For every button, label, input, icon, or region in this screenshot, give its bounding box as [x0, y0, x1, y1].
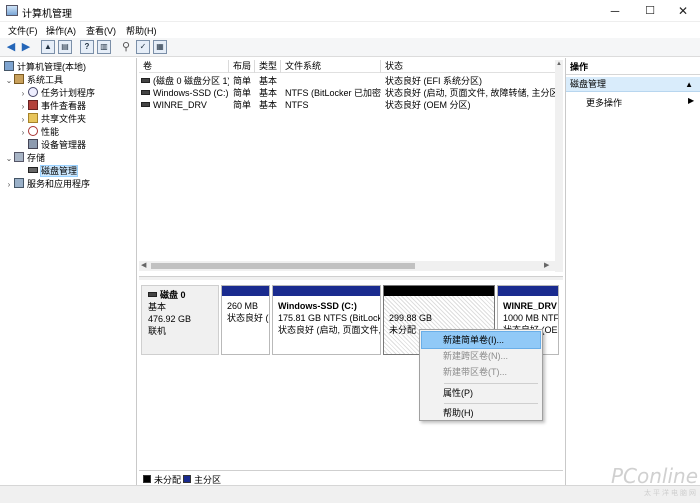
column-header-type[interactable]: 类型: [255, 60, 281, 73]
toolbar: ◀ ▶ ▲ ▤ ? ▥ ⚲ ✓ ▦: [0, 38, 700, 57]
unallocated-swatch: [143, 475, 151, 483]
menu-item-new-spanned-volume[interactable]: 新建跨区卷(N)...: [422, 348, 540, 364]
back-arrow-icon[interactable]: ◀: [4, 40, 18, 54]
vertical-scrollbar[interactable]: ▲: [555, 60, 563, 272]
partition-windows-ssd[interactable]: Windows-SSD (C:) 175.81 GB NTFS (BitLock…: [272, 285, 381, 355]
close-button[interactable]: ✕: [666, 0, 700, 22]
collapse-chevron-icon[interactable]: ⌄: [4, 74, 14, 87]
maximize-button[interactable]: ☐: [633, 0, 667, 22]
tree-item-disk-management[interactable]: 磁盘管理: [18, 165, 79, 178]
volume-icon: [141, 102, 150, 107]
tree-item-device-manager[interactable]: 设备管理器: [18, 139, 86, 152]
column-header-layout[interactable]: 布局: [229, 60, 255, 73]
performance-icon: [28, 126, 38, 136]
scroll-left-arrow-icon[interactable]: ◀: [141, 261, 146, 271]
menu-view[interactable]: 查看(V): [86, 24, 116, 37]
unallocated-bar: [384, 286, 494, 296]
disk-legend: 未分配 主分区: [139, 470, 563, 485]
minimize-button[interactable]: ─: [598, 0, 632, 22]
device-manager-icon: [28, 139, 38, 149]
event-viewer-icon: [28, 100, 38, 110]
clock-icon: [28, 87, 38, 97]
scroll-right-arrow-icon[interactable]: ▶: [544, 261, 549, 271]
expand-chevron-icon[interactable]: ›: [18, 100, 28, 113]
primary-partition-bar: [222, 286, 269, 296]
tree-item-task-scheduler[interactable]: › 任务计划程序: [18, 87, 95, 100]
properties-pane-icon[interactable]: ▥: [97, 40, 111, 54]
show-tree-icon[interactable]: ▤: [58, 40, 72, 54]
horizontal-scrollbar[interactable]: ◀ ▶: [139, 261, 555, 271]
volume-icon: [141, 78, 150, 83]
context-menu: 新建简单卷(I)... 新建跨区卷(N)... 新建带区卷(T)... 属性(P…: [419, 329, 543, 421]
forward-arrow-icon[interactable]: ▶: [19, 40, 33, 54]
menu-file[interactable]: 文件(F): [8, 24, 38, 37]
primary-partition-bar: [273, 286, 380, 296]
volume-list-header: 卷 布局 类型 文件系统 状态: [139, 60, 559, 73]
menu-separator: [444, 383, 538, 384]
expand-chevron-icon[interactable]: ›: [18, 113, 28, 126]
services-icon: [14, 178, 24, 188]
column-header-filesystem[interactable]: 文件系统: [281, 60, 381, 73]
expand-chevron-icon[interactable]: ›: [18, 126, 28, 139]
table-row[interactable]: WINRE_DRV 简单 基本 NTFS 状态良好 (OEM 分区): [139, 99, 559, 111]
tree-item-storage[interactable]: ⌄ 存储: [4, 152, 45, 165]
disk-icon: [148, 292, 157, 297]
navigation-tree: 计算机管理(本地) ⌄ 系统工具 › 任务计划程序 › 事件查看器 › 共享文件夹 › 性…: [0, 58, 137, 485]
menu-bar: 文件(F) 操作(A) 查看(V) 帮助(H): [0, 22, 700, 38]
menu-item-new-simple-volume[interactable]: 新建简单卷(I)...: [421, 331, 541, 349]
collapse-up-icon[interactable]: ▲: [685, 77, 693, 92]
expand-chevron-icon[interactable]: ›: [18, 87, 28, 100]
check-icon[interactable]: ✓: [136, 40, 150, 54]
tree-item-event-viewer[interactable]: › 事件查看器: [18, 100, 86, 113]
horizontal-scroll-thumb[interactable]: [151, 263, 415, 269]
tree-item-services-and-applications[interactable]: › 服务和应用程序: [4, 178, 90, 191]
title-bar: 计算机管理 ─ ☐ ✕: [0, 0, 700, 22]
column-header-status[interactable]: 状态: [381, 60, 555, 73]
actions-header: 操作: [566, 60, 700, 75]
menu-help[interactable]: 帮助(H): [126, 24, 157, 37]
menu-action[interactable]: 操作(A): [46, 24, 76, 37]
computer-management-icon: [6, 5, 18, 16]
scroll-up-arrow-icon[interactable]: ▲: [556, 61, 562, 67]
table-row[interactable]: Windows-SSD (C:) 简单 基本 NTFS (BitLocker 已…: [139, 87, 559, 99]
up-folder-icon[interactable]: ▲: [41, 40, 55, 54]
column-header-volume[interactable]: 卷: [139, 60, 229, 73]
disk-icon: [28, 167, 38, 173]
primary-partition-bar: [498, 286, 558, 296]
tree-item-computer-management[interactable]: 计算机管理(本地): [4, 61, 86, 74]
disk-0-info[interactable]: 磁盘 0 基本 476.92 GB 联机: [141, 285, 219, 355]
tree-item-performance[interactable]: › 性能: [18, 126, 59, 139]
more-actions-item[interactable]: 更多操作 ▶: [586, 96, 694, 109]
view-icon[interactable]: ▦: [153, 40, 167, 54]
connect-icon[interactable]: ⚲: [119, 40, 133, 54]
menu-item-help[interactable]: 帮助(H): [422, 405, 540, 421]
storage-icon: [14, 152, 24, 162]
pconline-watermark: PConline 太平洋电脑网: [610, 464, 698, 497]
menu-item-properties[interactable]: 属性(P): [422, 385, 540, 401]
window-title: 计算机管理: [22, 9, 72, 20]
folder-icon: [28, 113, 38, 123]
computer-icon: [4, 61, 14, 71]
menu-separator: [444, 403, 538, 404]
volume-icon: [141, 90, 150, 95]
actions-section-disk-management[interactable]: 磁盘管理 ▲: [566, 77, 700, 92]
partition-efi[interactable]: 260 MB 状态良好 (: [221, 285, 270, 355]
tree-item-system-tools[interactable]: ⌄ 系统工具: [4, 74, 63, 87]
tools-icon: [14, 74, 24, 84]
tree-item-shared-folders[interactable]: › 共享文件夹: [18, 113, 86, 126]
help-icon[interactable]: ?: [80, 40, 94, 54]
actions-pane: 操作 磁盘管理 ▲ 更多操作 ▶: [565, 58, 700, 485]
collapse-chevron-icon[interactable]: ⌄: [4, 152, 14, 165]
expand-chevron-icon[interactable]: ›: [4, 178, 14, 191]
primary-partition-swatch: [183, 475, 191, 483]
submenu-arrow-icon: ▶: [688, 96, 695, 105]
table-row[interactable]: (磁盘 0 磁盘分区 1) 简单 基本 状态良好 (EFI 系统分区): [139, 75, 559, 87]
menu-item-new-striped-volume[interactable]: 新建带区卷(T)...: [422, 364, 540, 380]
